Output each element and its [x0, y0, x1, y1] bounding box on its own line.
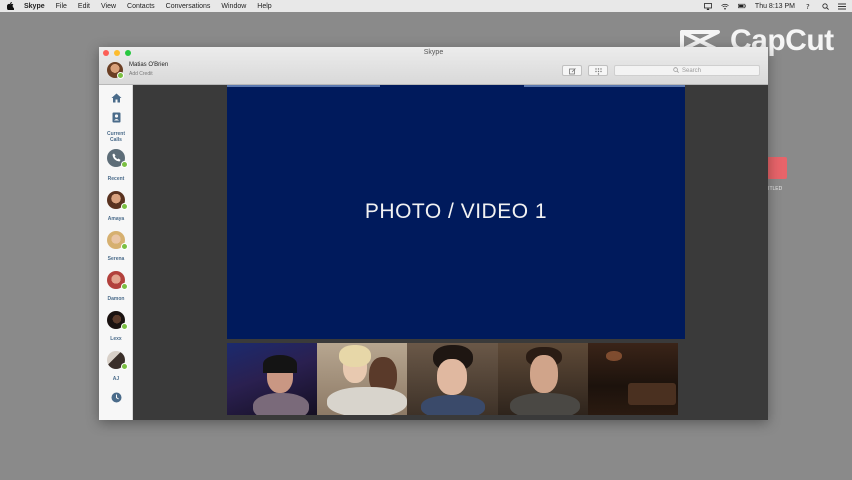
- contact-avatar-aj[interactable]: [107, 351, 128, 370]
- current-calls-label: Current Calls: [106, 131, 126, 143]
- menu-app-skype[interactable]: Skype: [24, 3, 45, 10]
- menu-contacts[interactable]: Contacts: [127, 3, 155, 10]
- contact-avatar-serena[interactable]: [107, 231, 128, 250]
- menu-edit[interactable]: Edit: [78, 3, 90, 10]
- call-view: PHOTO / VIDEO 1: [134, 85, 768, 420]
- wifi-icon[interactable]: [721, 3, 729, 10]
- new-conversation-button[interactable]: [562, 65, 582, 76]
- contact-label-damon[interactable]: Damon: [99, 296, 133, 302]
- contact-label-amaya[interactable]: Amaya: [99, 216, 133, 222]
- participant-body: [421, 395, 486, 415]
- participant-video[interactable]: [407, 343, 498, 415]
- phone-icon: [112, 149, 121, 167]
- dialpad-button[interactable]: [588, 65, 608, 76]
- search-icon[interactable]: [821, 2, 829, 10]
- add-credit-link[interactable]: Add Credit: [129, 70, 168, 79]
- svg-text:?: ?: [806, 3, 810, 10]
- window-title: Skype: [423, 49, 444, 56]
- contact-avatar-damon[interactable]: [107, 271, 128, 290]
- clock-icon[interactable]: [110, 391, 122, 403]
- recent-label: Recent: [107, 176, 125, 182]
- menu-help[interactable]: Help: [257, 3, 271, 10]
- contact-avatar-amaya[interactable]: [107, 191, 128, 210]
- room-lamp: [605, 351, 622, 361]
- desktop-file-icon[interactable]: [767, 157, 787, 179]
- menu-bar: Skype File Edit View Contacts Conversati…: [0, 0, 852, 12]
- contact-label-aj[interactable]: AJ: [99, 376, 133, 382]
- home-icon[interactable]: [110, 92, 122, 104]
- search-input[interactable]: Search: [614, 65, 760, 76]
- contact-label-lexx[interactable]: Lexx: [99, 336, 133, 342]
- skype-window: Skype Matias O'Brien Add Credit Search C…: [99, 47, 768, 420]
- menu-view[interactable]: View: [101, 3, 116, 10]
- notification-center-icon[interactable]: [838, 3, 846, 10]
- video-top-indicator: [227, 85, 380, 87]
- battery-icon[interactable]: [737, 3, 746, 10]
- participant-face: [437, 359, 468, 395]
- contacts-book-icon[interactable]: [110, 111, 122, 123]
- sidebar: Current Calls Recent Amaya Serena Damon …: [99, 85, 133, 420]
- participant-video[interactable]: [317, 343, 408, 415]
- main-video-feed[interactable]: PHOTO / VIDEO 1: [227, 85, 685, 339]
- main-video-label: PHOTO / VIDEO 1: [364, 200, 548, 223]
- title-bar[interactable]: Skype Matias O'Brien Add Credit Search: [99, 47, 768, 85]
- contact-avatar-lexx[interactable]: [107, 311, 128, 330]
- apple-icon[interactable]: [6, 2, 14, 10]
- compose-icon: [568, 62, 576, 80]
- participant-face: [529, 355, 558, 393]
- user-name: Matias O'Brien: [129, 62, 169, 68]
- menu-clock[interactable]: Thu 8:13 PM: [755, 3, 795, 10]
- participant-body: [253, 393, 309, 415]
- participant-thumbnails: [227, 343, 679, 415]
- participant-hair: [339, 345, 372, 367]
- participant-body: [327, 387, 408, 415]
- video-top-indicator: [524, 85, 685, 87]
- airplay-icon[interactable]: [704, 2, 712, 10]
- participant-video[interactable]: [227, 343, 318, 415]
- search-field-icon: [673, 66, 679, 75]
- participant-video[interactable]: [497, 343, 588, 415]
- user-avatar[interactable]: [107, 62, 124, 79]
- menu-file[interactable]: File: [56, 3, 67, 10]
- profile[interactable]: Matias O'Brien Add Credit: [107, 61, 168, 79]
- menu-conversations[interactable]: Conversations: [166, 3, 211, 10]
- search-placeholder: Search: [681, 67, 701, 74]
- help-icon[interactable]: ?: [804, 3, 812, 10]
- participant-headphones: [263, 355, 297, 373]
- menu-window[interactable]: Window: [221, 3, 246, 10]
- contact-label-serena[interactable]: Serena: [99, 256, 133, 262]
- participant-video[interactable]: [587, 343, 679, 415]
- room-furniture: [627, 383, 676, 405]
- dialpad-icon: [594, 62, 602, 80]
- current-call-button[interactable]: [107, 149, 128, 168]
- participant-body: [509, 393, 580, 415]
